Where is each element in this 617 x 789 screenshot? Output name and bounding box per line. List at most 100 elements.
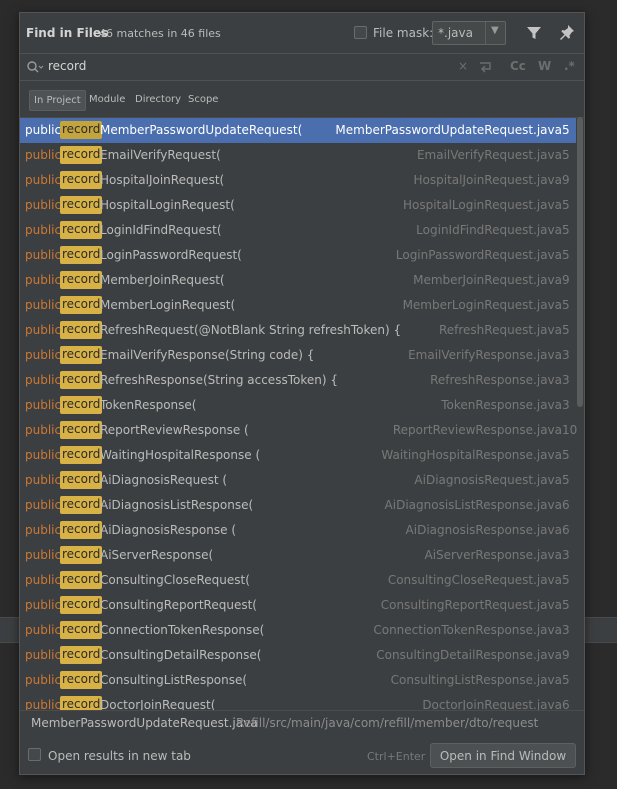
regex-icon[interactable]: .* (564, 59, 575, 73)
result-code: WaitingHospitalResponse ( (100, 448, 261, 462)
result-row[interactable]: public record ReportReviewResponse (Report… (20, 418, 577, 443)
result-line-number: 5 (562, 198, 570, 212)
result-code: LoginPasswordRequest( (100, 248, 242, 262)
filter-icon[interactable] (525, 24, 543, 42)
result-match-highlight: record (60, 171, 103, 189)
close-icon[interactable]: × (458, 59, 468, 73)
file-mask-combo[interactable]: *.java ▼ (432, 21, 506, 45)
result-row[interactable]: public record EmailVerifyResponse(String c… (20, 343, 576, 368)
result-line-number: 5 (562, 323, 570, 337)
results-scrollbar[interactable] (577, 117, 583, 407)
open-in-find-window-button[interactable]: Open in Find Window (430, 743, 576, 768)
result-file-name: ConsultingReportRequest.java (380, 598, 562, 612)
result-row[interactable]: public record EmailVerifyRequest(EmailVeri… (20, 143, 576, 168)
result-line-number: 5 (562, 598, 570, 612)
result-line-number: 5 (562, 448, 570, 462)
result-code: LoginIdFindRequest( (100, 223, 222, 237)
result-keyword: public (25, 448, 62, 462)
result-row[interactable]: public record MemberJoinRequest(MemberJoin… (20, 268, 576, 293)
result-row[interactable]: public record ConnectionTokenResponse(Conn… (20, 618, 576, 643)
result-keyword: public (25, 198, 62, 212)
result-file-name: HospitalLoginRequest.java (402, 198, 562, 212)
result-row[interactable]: public record HospitalLoginRequest(Hospita… (20, 193, 576, 218)
result-code: MemberLoginRequest( (100, 298, 236, 312)
result-match-highlight: record (60, 346, 103, 364)
tab-scope[interactable]: Scope (184, 90, 222, 111)
result-match-highlight: record (60, 471, 103, 489)
result-keyword: public (25, 273, 62, 287)
result-row[interactable]: public record RefreshRequest(@NotBlank Str… (20, 318, 576, 343)
chevron-down-icon[interactable]: ▼ (491, 25, 499, 36)
result-row[interactable]: public record HospitalJoinRequest(Hospital… (20, 168, 576, 193)
tab-module[interactable]: Module (85, 90, 129, 111)
result-code: RefreshRequest(@NotBlank String refreshT… (100, 323, 402, 337)
new-tab-checkbox[interactable] (28, 748, 41, 761)
result-code: ReportReviewResponse ( (100, 423, 249, 437)
result-code: AiDiagnosisRequest ( (100, 473, 228, 487)
whole-words-icon[interactable]: W (538, 59, 551, 73)
result-code: AiServerResponse( (100, 548, 214, 562)
combo-divider (485, 22, 486, 44)
result-row[interactable]: public record DoctorJoinRequest(DoctorJoin… (20, 693, 576, 710)
result-keyword: public (25, 398, 62, 412)
tab-directory[interactable]: Directory (131, 90, 185, 111)
result-row[interactable]: public record MemberLoginRequest(MemberLog… (20, 293, 576, 318)
pin-icon[interactable] (558, 23, 576, 41)
result-row[interactable]: public record TokenResponse(TokenResponse.… (20, 393, 576, 418)
result-code: AiDiagnosisListResponse( (100, 498, 254, 512)
result-file-name: AiDiagnosisRequest.java (414, 473, 562, 487)
search-icon[interactable] (26, 60, 44, 74)
result-keyword: public (25, 298, 62, 312)
result-row[interactable]: public record LoginPasswordRequest(LoginPa… (20, 243, 576, 268)
result-file-name: WaitingHospitalResponse.java (381, 448, 562, 462)
result-code: HospitalJoinRequest( (100, 173, 225, 187)
tab-in-project[interactable]: In Project (29, 90, 86, 111)
result-row[interactable]: public record ConsultingCloseRequest(Consu… (20, 568, 576, 593)
result-row[interactable]: public record ConsultingListResponse(Consu… (20, 668, 576, 693)
file-mask-value: *.java (438, 26, 473, 40)
result-row[interactable]: public record AiDiagnosisListResponse(AiDi… (20, 493, 576, 518)
result-match-highlight: record (60, 621, 103, 639)
result-keyword: public (25, 473, 62, 487)
result-line-number: 5 (562, 248, 570, 262)
result-keyword: public (25, 423, 62, 437)
result-row[interactable]: public record AiDiagnosisRequest ( AiDiagno… (20, 468, 576, 493)
result-line-number: 5 (562, 148, 570, 162)
result-keyword: public (25, 648, 62, 662)
result-line-number: 3 (562, 548, 570, 562)
result-row[interactable]: public record RefreshResponse(String acces… (20, 368, 576, 393)
result-file-name: RefreshRequest.java (438, 323, 562, 337)
result-keyword: public (25, 148, 62, 162)
result-file-name: DoctorJoinRequest.java (422, 698, 562, 710)
popup-title: Find in Files (26, 26, 109, 40)
result-file-name: AiDiagnosisListResponse.java (384, 498, 562, 512)
result-match-highlight: record (60, 521, 103, 539)
result-match-highlight: record (60, 221, 103, 239)
newline-icon[interactable] (478, 60, 494, 74)
result-match-highlight: record (60, 121, 103, 139)
result-file-name: ConsultingCloseRequest.java (387, 573, 562, 587)
result-match-highlight: record (60, 496, 103, 514)
result-row[interactable]: public record MemberPasswordUpdateRequest(… (20, 118, 576, 143)
result-match-highlight: record (60, 421, 103, 439)
result-match-highlight: record (60, 246, 103, 264)
result-row[interactable]: public record WaitingHospitalResponse (Wai… (20, 443, 576, 468)
search-input[interactable]: record (48, 59, 86, 73)
result-file-name: AiServerResponse.java (424, 548, 562, 562)
file-mask-checkbox[interactable] (354, 26, 367, 39)
search-bar: record × Cc W .* (20, 53, 584, 81)
result-row[interactable]: public record LoginIdFindRequest(LoginIdFi… (20, 218, 576, 243)
match-case-icon[interactable]: Cc (510, 59, 526, 73)
result-row[interactable]: public record ConsultingReportRequest(Cons… (20, 593, 576, 618)
result-file-name: AiDiagnosisResponse.java (405, 523, 562, 537)
result-row[interactable]: public record AiDiagnosisResponse (AiDiagn… (20, 518, 576, 543)
result-file-name: EmailVerifyResponse.java (408, 348, 562, 362)
result-file-name: LoginIdFindRequest.java (416, 223, 562, 237)
result-match-highlight: record (60, 546, 103, 564)
result-row[interactable]: public record AiServerResponse(AiServerRes… (20, 543, 576, 568)
result-keyword: public (25, 673, 62, 687)
find-in-files-popup: Find in Files 46 matches in 46 files Fil… (19, 12, 585, 775)
result-file-name: TokenResponse.java (441, 398, 562, 412)
result-match-highlight: record (60, 321, 103, 339)
result-row[interactable]: public record ConsultingDetailResponse(Con… (20, 643, 576, 668)
